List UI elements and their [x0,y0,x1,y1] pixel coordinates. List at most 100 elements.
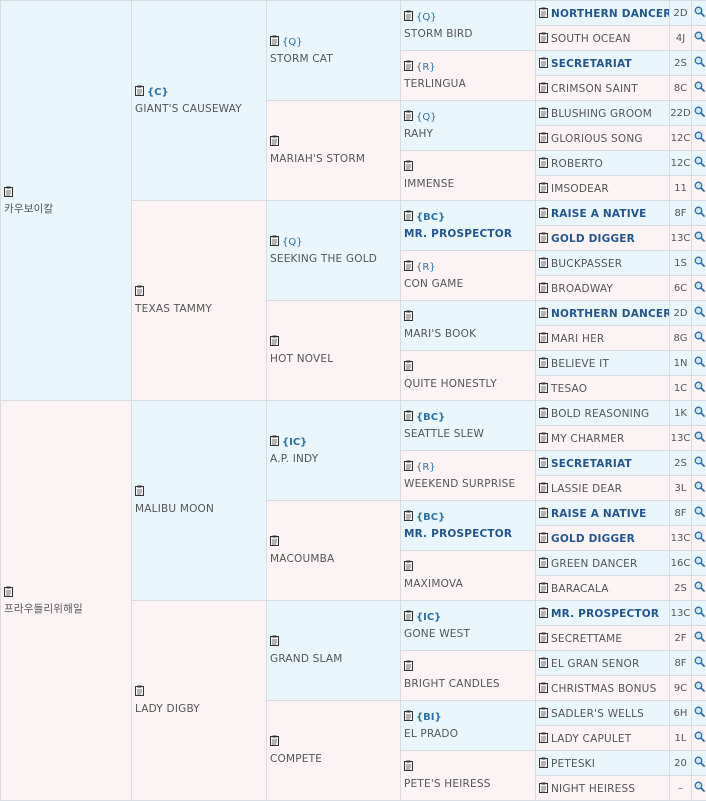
horse-name[interactable]: MAXIMOVA [404,576,535,592]
horse-name[interactable]: IMSODEAR [551,183,609,195]
clipboard-icon[interactable] [539,357,548,368]
search-cell[interactable] [692,351,706,376]
horse-name[interactable]: 프라우들리위해일 [4,601,131,617]
search-icon[interactable] [694,781,705,795]
search-cell[interactable] [692,301,706,326]
clipboard-icon[interactable] [539,507,548,518]
clipboard-icon[interactable] [404,610,413,621]
search-cell[interactable] [692,151,706,176]
search-cell[interactable] [692,551,706,576]
search-icon[interactable] [694,481,705,495]
search-cell[interactable] [692,501,706,526]
horse-name[interactable]: TESAO [551,383,587,395]
search-cell[interactable] [692,51,706,76]
clipboard-icon[interactable] [539,457,548,468]
clipboard-icon[interactable] [539,182,548,193]
search-cell[interactable] [692,26,706,51]
horse-name[interactable]: GOLD DIGGER [551,533,635,545]
clipboard-icon[interactable] [539,782,548,793]
clipboard-icon[interactable] [539,282,548,293]
clipboard-icon[interactable] [539,7,548,18]
clipboard-icon[interactable] [539,82,548,93]
horse-name[interactable]: STORM BIRD [404,26,535,42]
clipboard-icon[interactable] [135,485,144,496]
search-cell[interactable] [692,1,706,26]
clipboard-icon[interactable] [404,160,413,171]
search-cell[interactable] [692,601,706,626]
clipboard-icon[interactable] [539,532,548,543]
clipboard-icon[interactable] [539,707,548,718]
horse-name[interactable]: SECRETARIAT [551,58,632,70]
clipboard-icon[interactable] [539,232,548,243]
clipboard-icon[interactable] [539,732,548,743]
search-icon[interactable] [694,656,705,670]
search-cell[interactable] [692,651,706,676]
horse-name[interactable]: LADY DIGBY [135,701,266,717]
horse-name[interactable]: MR. PROSPECTOR [404,526,535,542]
horse-name[interactable]: BROADWAY [551,283,613,295]
search-icon[interactable] [694,156,705,170]
horse-name[interactable]: MARI HER [551,333,604,345]
search-icon[interactable] [694,81,705,95]
search-cell[interactable] [692,526,706,551]
horse-name[interactable]: MR. PROSPECTOR [404,226,535,242]
horse-name[interactable]: LADY CAPULET [551,733,631,745]
clipboard-icon[interactable] [135,85,144,96]
search-cell[interactable] [692,76,706,101]
clipboard-icon[interactable] [539,107,548,118]
clipboard-icon[interactable] [404,710,413,721]
search-icon[interactable] [694,256,705,270]
search-icon[interactable] [694,356,705,370]
horse-name[interactable]: SEEKING THE GOLD [270,251,400,267]
horse-name[interactable]: ROBERTO [551,158,603,170]
horse-name[interactable]: CHRISTMAS BONUS [551,683,656,695]
horse-name[interactable]: EL PRADO [404,726,535,742]
clipboard-icon[interactable] [539,157,548,168]
search-cell[interactable] [692,101,706,126]
horse-name[interactable]: COMPETE [270,751,400,767]
search-icon[interactable] [694,231,705,245]
search-cell[interactable] [692,226,706,251]
horse-name[interactable]: NIGHT HEIRESS [551,783,635,795]
search-cell[interactable] [692,776,706,801]
clipboard-icon[interactable] [404,360,413,371]
search-icon[interactable] [694,381,705,395]
horse-name[interactable]: MACOUMBA [270,551,400,567]
search-icon[interactable] [694,281,705,295]
search-icon[interactable] [694,756,705,770]
clipboard-icon[interactable] [539,482,548,493]
horse-name[interactable]: MY CHARMER [551,433,625,445]
clipboard-icon[interactable] [270,135,279,146]
clipboard-icon[interactable] [539,657,548,668]
search-cell[interactable] [692,426,706,451]
search-icon[interactable] [694,181,705,195]
search-icon[interactable] [694,106,705,120]
clipboard-icon[interactable] [539,632,548,643]
search-icon[interactable] [694,731,705,745]
horse-name[interactable]: BUCKPASSER [551,258,622,270]
horse-name[interactable]: MARIAH'S STORM [270,151,400,167]
clipboard-icon[interactable] [539,757,548,768]
horse-name[interactable]: STORM CAT [270,51,400,67]
clipboard-icon[interactable] [404,560,413,571]
search-cell[interactable] [692,676,706,701]
search-icon[interactable] [694,206,705,220]
horse-name[interactable]: WEEKEND SURPRISE [404,476,535,492]
search-icon[interactable] [694,431,705,445]
clipboard-icon[interactable] [539,257,548,268]
clipboard-icon[interactable] [270,435,279,446]
clipboard-icon[interactable] [270,735,279,746]
clipboard-icon[interactable] [270,635,279,646]
search-icon[interactable] [694,456,705,470]
clipboard-icon[interactable] [404,410,413,421]
clipboard-icon[interactable] [4,586,13,597]
search-cell[interactable] [692,326,706,351]
clipboard-icon[interactable] [135,285,144,296]
horse-name[interactable]: NORTHERN DANCER [551,308,670,320]
horse-name[interactable]: SECRETARIAT [551,458,632,470]
search-icon[interactable] [694,581,705,595]
search-icon[interactable] [694,406,705,420]
clipboard-icon[interactable] [539,407,548,418]
search-icon[interactable] [694,531,705,545]
horse-name[interactable]: MALIBU MOON [135,501,266,517]
